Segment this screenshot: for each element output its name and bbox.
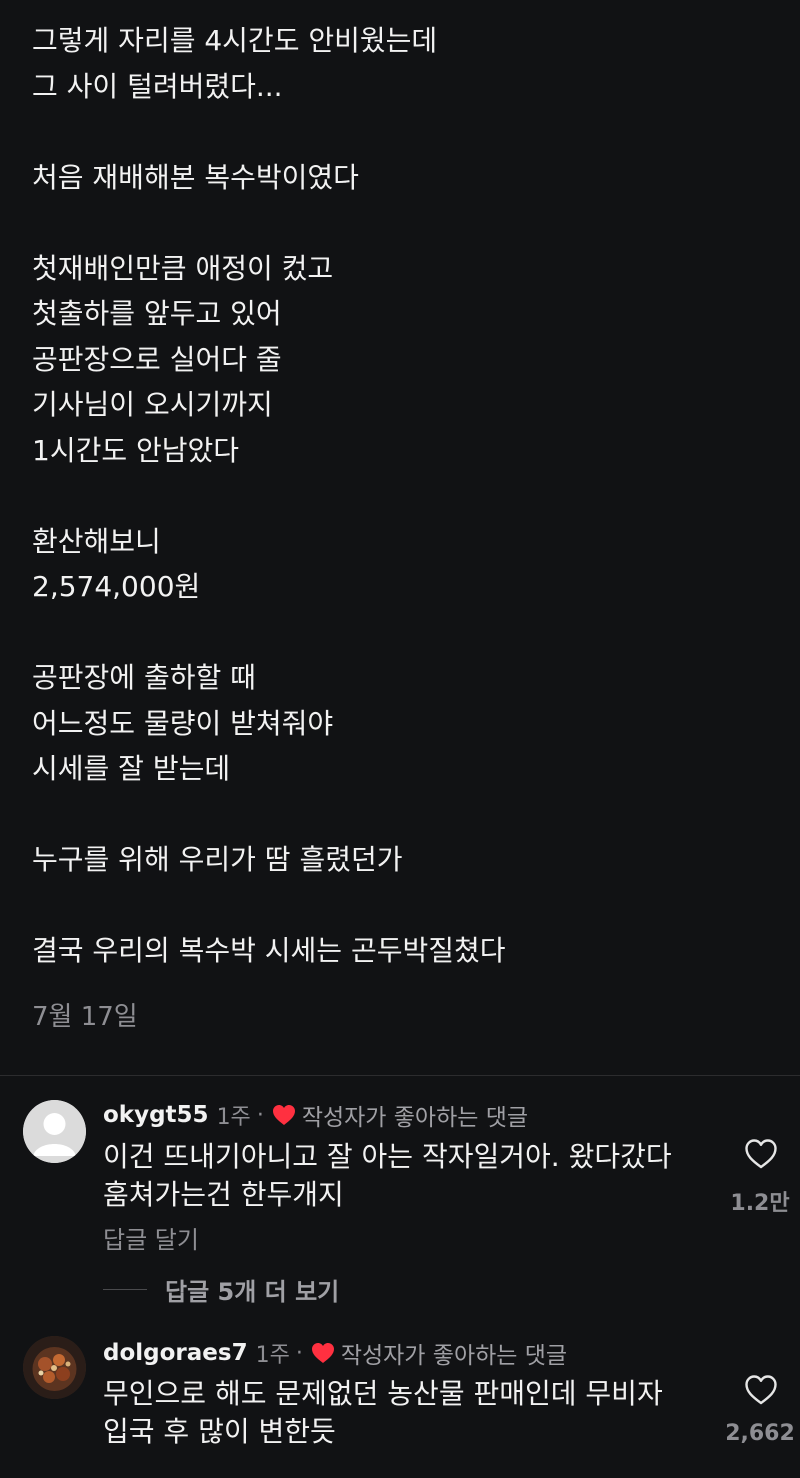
meta-separator: · xyxy=(256,1102,264,1128)
view-more-replies-button[interactable]: 답글 5개 더 보기 xyxy=(103,1272,339,1306)
comment-meta: dolgoraes7 1주 · 작성자가 좋아하는 댓글 xyxy=(103,1336,567,1370)
post-text-line: 그 사이 털려버렸다... xyxy=(32,69,283,103)
post-text-line: 기사님이 오시기까지 xyxy=(32,388,273,421)
post-date: 7월 17일 xyxy=(32,1002,138,1032)
post-text-line: 누구를 위해 우리가 땀 흘렸던가 xyxy=(32,843,403,876)
post-text-line: 결국 우리의 복수박 시세는 곤두박질쳤다 xyxy=(32,934,506,967)
post-text-line: 첫재배인만큼 애정이 컸고 xyxy=(32,251,334,285)
comment-text-line: 훔쳐가는건 한두개지 xyxy=(103,1178,344,1211)
heart-outline-icon[interactable] xyxy=(744,1138,778,1170)
post-body: 그렇게 자리를 4시간도 안비웠는데그 사이 털려버렸다... 처음 재배해본 복… xyxy=(32,18,772,974)
post-text-line: 그렇게 자리를 4시간도 안비웠는데 xyxy=(32,24,438,57)
post-text-line: 공판장에 출하할 때 xyxy=(32,661,256,694)
post-text: 그렇게 자리를 4시간도 안비웠는데그 사이 털려버렸다... 처음 재배해본 복… xyxy=(32,18,772,974)
comment-username[interactable]: dolgoraes7 xyxy=(103,1340,248,1366)
meta-separator: · xyxy=(295,1340,303,1366)
post-text-line: 공판장으로 실어다 줄 xyxy=(32,342,282,376)
comment-text: 이건 뜨내기아니고 잘 아는 작자일거아. 왔다갔다 훔쳐가는건 한두개지 xyxy=(103,1138,713,1214)
post-text-line: 2,574,000원 xyxy=(32,570,201,603)
like-count: 2,662 xyxy=(725,1421,795,1446)
comment-meta: okygt55 1주 · 작성자가 좋아하는 댓글 xyxy=(103,1098,528,1132)
heart-filled-icon xyxy=(311,1343,334,1363)
comment-text: 무인으로 해도 문제없던 농산물 판매인데 무비자 입국 후 많이 변한듯 xyxy=(103,1375,713,1451)
post-text-line: 1시간도 안남았다 xyxy=(32,433,240,467)
more-replies-label: 답글 5개 더 보기 xyxy=(165,1277,340,1306)
post-text-line: 시세를 잘 받는데 xyxy=(32,752,231,785)
avatar[interactable] xyxy=(23,1336,86,1399)
post-text-line: 환산해보니 xyxy=(32,524,161,558)
comment-text-line: 이건 뜨내기아니고 잘 아는 작자일거아. 왔다갔다 xyxy=(103,1140,672,1173)
comment-time: 1주 xyxy=(255,1343,290,1368)
heart-filled-icon xyxy=(272,1105,295,1125)
comment-text-line: 무인으로 해도 문제없던 농산물 판매인데 무비자 xyxy=(103,1377,663,1410)
comment-text-line: 입국 후 많이 변한듯 xyxy=(103,1415,336,1448)
avatar[interactable] xyxy=(23,1100,86,1163)
food-photo-avatar xyxy=(23,1336,86,1399)
heart-outline-icon[interactable] xyxy=(744,1374,778,1406)
comment-time: 1주 xyxy=(216,1105,251,1130)
like-count: 1.2만 xyxy=(730,1191,790,1216)
post-text-line: 처음 재배해본 복수박이였다 xyxy=(32,160,359,194)
default-avatar-icon xyxy=(23,1100,86,1163)
comments-divider xyxy=(0,1075,800,1076)
post-text-line: 어느정도 물량이 받쳐줘야 xyxy=(32,706,334,740)
post-text-line: 첫출하를 앞두고 있어 xyxy=(32,297,282,330)
more-replies-line xyxy=(103,1288,147,1290)
reply-button[interactable]: 답글 달기 xyxy=(103,1223,199,1257)
comment-username[interactable]: okygt55 xyxy=(103,1102,209,1128)
liked-by-author-label: 작성자가 좋아하는 댓글 xyxy=(340,1343,568,1369)
liked-by-author-label: 작성자가 좋아하는 댓글 xyxy=(301,1105,529,1131)
